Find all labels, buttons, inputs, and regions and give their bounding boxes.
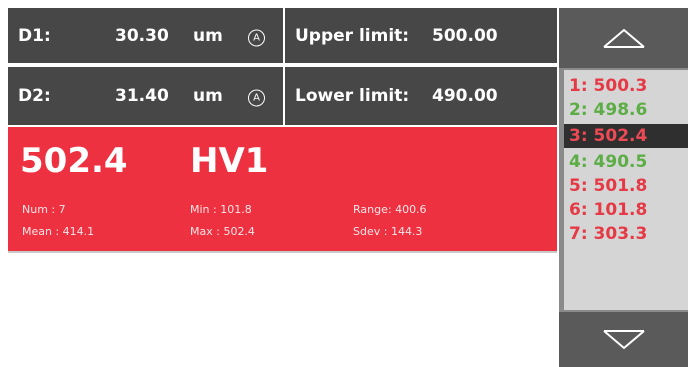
chevron-down-icon <box>602 329 645 349</box>
d2-label: D2: <box>18 86 51 106</box>
auto-mode-icon: A <box>248 86 265 107</box>
stat-mean: Mean : 414.1 <box>22 225 95 238</box>
history-item[interactable]: 6: 101.8 <box>564 198 688 222</box>
history-item[interactable]: 2: 498.6 <box>564 98 688 122</box>
history-item-selected[interactable]: 3: 502.4 <box>564 124 688 148</box>
d2-value: 31.40 <box>115 86 169 106</box>
hardness-value: 502.4 <box>20 141 128 181</box>
upper-limit-value: 500.00 <box>432 25 498 46</box>
lower-limit-label: Lower limit: <box>295 86 410 106</box>
d2-unit: um <box>193 86 223 106</box>
auto-mode-icon: A <box>248 25 265 46</box>
scroll-down-button[interactable] <box>559 312 688 367</box>
history-sidebar: 1: 500.3 2: 498.6 3: 502.4 4: 490.5 5: 5… <box>559 8 688 367</box>
d1-value: 30.30 <box>115 25 169 46</box>
stat-num: Num : 7 <box>22 203 66 216</box>
history-item[interactable]: 5: 501.8 <box>564 174 688 198</box>
d2-panel[interactable]: D2: 31.40 um A <box>8 67 283 125</box>
stat-range: Range: 400.6 <box>353 203 427 216</box>
scroll-up-button[interactable] <box>559 8 688 68</box>
d1-unit: um <box>193 25 223 46</box>
stat-max: Max : 502.4 <box>190 225 255 238</box>
stat-min: Min : 101.8 <box>190 203 252 216</box>
stat-sdev: Sdev : 144.3 <box>353 225 423 238</box>
d1-label: D1: <box>18 25 51 46</box>
d1-panel[interactable]: D1: 30.30 um A <box>8 8 283 63</box>
chevron-up-icon <box>602 28 645 48</box>
upper-limit-label: Upper limit: <box>295 25 410 46</box>
history-item[interactable]: 1: 500.3 <box>564 74 688 98</box>
lower-limit-panel[interactable]: Lower limit: 490.00 <box>285 67 557 125</box>
result-panel: 502.4 HV1 Num : 7 Mean : 414.1 Min : 101… <box>8 127 557 253</box>
measurement-history-list[interactable]: 1: 500.3 2: 498.6 3: 502.4 4: 490.5 5: 5… <box>564 70 688 310</box>
lower-limit-value: 490.00 <box>432 86 498 106</box>
history-item[interactable]: 4: 490.5 <box>564 150 688 174</box>
upper-limit-panel[interactable]: Upper limit: 500.00 <box>285 8 557 63</box>
history-item[interactable]: 7: 303.3 <box>564 222 688 246</box>
hardness-tester-screen: D1: 30.30 um A D2: 31.40 um A Upper limi… <box>0 0 688 367</box>
hardness-scale: HV1 <box>190 141 269 181</box>
